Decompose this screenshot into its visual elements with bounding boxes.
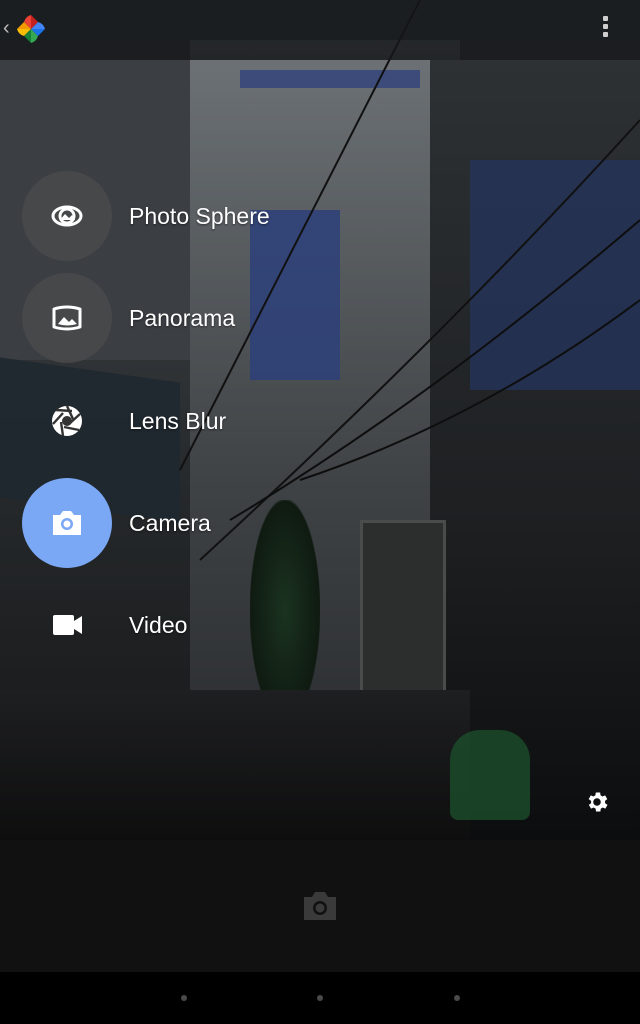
- mode-video[interactable]: Video: [22, 580, 382, 670]
- mode-photo-sphere-button[interactable]: [22, 171, 112, 261]
- mode-panorama-label: Panorama: [129, 305, 236, 331]
- mode-lens-blur-label: Lens Blur: [129, 408, 227, 434]
- lens-blur-icon: [52, 405, 82, 437]
- mode-camera[interactable]: Camera: [22, 478, 382, 568]
- nav-back-dot[interactable]: [181, 995, 187, 1001]
- mode-video-button[interactable]: [22, 580, 112, 670]
- video-icon: [53, 615, 82, 635]
- gear-icon[interactable]: [584, 789, 610, 815]
- top-bar: ‹: [0, 0, 640, 60]
- google-photos-icon[interactable]: [14, 12, 48, 46]
- mode-panorama-button[interactable]: [22, 273, 112, 363]
- nav-home-dot[interactable]: [317, 995, 323, 1001]
- photo-sphere-icon: [51, 205, 83, 227]
- mode-lens-blur[interactable]: Lens Blur: [22, 376, 382, 466]
- mode-lens-blur-button[interactable]: [22, 376, 112, 466]
- mode-panorama[interactable]: Panorama: [22, 273, 382, 363]
- camera-icon: [53, 511, 81, 535]
- chevron-left-icon[interactable]: ‹: [3, 18, 10, 38]
- more-vert-icon[interactable]: [596, 16, 614, 44]
- panorama-icon: [52, 305, 82, 331]
- mode-photo-sphere-label: Photo Sphere: [129, 203, 270, 229]
- mode-camera-label: Camera: [129, 510, 211, 536]
- mode-video-label: Video: [129, 612, 188, 638]
- shutter-button[interactable]: [301, 889, 339, 923]
- mode-camera-button[interactable]: [22, 478, 112, 568]
- mode-photo-sphere[interactable]: Photo Sphere: [22, 171, 382, 261]
- nav-recents-dot[interactable]: [454, 995, 460, 1001]
